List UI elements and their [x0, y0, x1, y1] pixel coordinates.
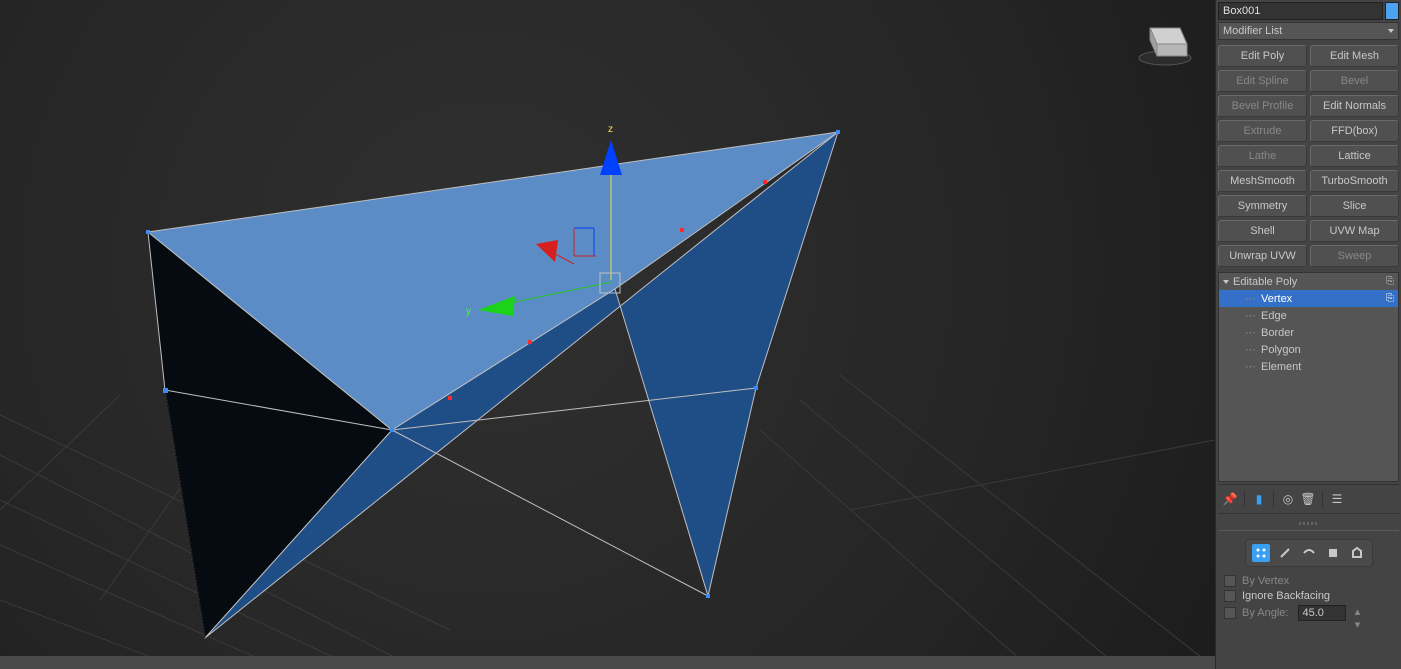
selection-rollout: By Vertex Ignore Backfacing By Angle: 45…	[1218, 530, 1399, 628]
show-end-result-icon[interactable]: ▮	[1251, 491, 1267, 507]
modifier-edit-mesh-button[interactable]: Edit Mesh	[1310, 45, 1399, 67]
stack-root[interactable]: Editable Poly ⎘	[1219, 273, 1398, 290]
modifier-bevel-profile-button[interactable]: Bevel Profile	[1218, 95, 1307, 117]
modifier-edit-normals-button[interactable]: Edit Normals	[1310, 95, 1399, 117]
modifier-shell-button[interactable]: Shell	[1218, 220, 1307, 242]
spinner-up-icon: ▴	[1352, 605, 1362, 618]
border-subobject-button[interactable]	[1300, 544, 1318, 562]
pin-icon[interactable]: ⎘	[1386, 293, 1394, 304]
element-subobject-button[interactable]	[1348, 544, 1366, 562]
modifier-button-grid: Edit PolyEdit MeshEdit SplineBevelBevel …	[1218, 45, 1399, 267]
spinner-arrows: ▴ ▾	[1352, 605, 1362, 621]
by-vertex-checkbox-row: By Vertex	[1224, 575, 1393, 587]
viewport-3d[interactable]: z y	[0, 0, 1215, 669]
modifier-uvw-map-button[interactable]: UVW Map	[1310, 220, 1399, 242]
pin-icon[interactable]: ⎘	[1386, 276, 1394, 287]
modifier-list-label: Modifier List	[1223, 25, 1282, 37]
object-color-swatch[interactable]	[1385, 2, 1399, 20]
ignore-backfacing-checkbox[interactable]	[1224, 590, 1236, 602]
stack-sub-polygon[interactable]: ⋯Polygon	[1219, 341, 1398, 358]
stack-sub-border[interactable]: ⋯Border	[1219, 324, 1398, 341]
subobject-selector	[1245, 539, 1373, 567]
by-angle-row: By Angle: 45.0 ▴ ▾	[1224, 605, 1393, 621]
stack-root-label: Editable Poly	[1233, 276, 1297, 288]
by-vertex-label: By Vertex	[1242, 575, 1289, 587]
vertex-subobject-button[interactable]	[1252, 544, 1270, 562]
angle-spinner: 45.0	[1298, 605, 1346, 621]
modifier-meshsmooth-button[interactable]: MeshSmooth	[1218, 170, 1307, 192]
modifier-unwrap-uvw-button[interactable]: Unwrap UVW	[1218, 245, 1307, 267]
y-axis-label: y	[466, 306, 471, 317]
modifier-extrude-button[interactable]: Extrude	[1218, 120, 1307, 142]
modifier-sweep-button[interactable]: Sweep	[1310, 245, 1399, 267]
status-bar	[0, 656, 1215, 669]
viewcube[interactable]	[1125, 10, 1205, 70]
edge-subobject-button[interactable]	[1276, 544, 1294, 562]
modifier-stack[interactable]: Editable Poly ⎘ ⋯Vertex⎘⋯Edge⋯Border⋯Pol…	[1218, 272, 1399, 482]
by-vertex-checkbox	[1224, 575, 1236, 587]
modifier-ffd-box--button[interactable]: FFD(box)	[1310, 120, 1399, 142]
object-name-input[interactable]	[1218, 2, 1383, 20]
polygon-subobject-button[interactable]	[1324, 544, 1342, 562]
modifier-edit-spline-button[interactable]: Edit Spline	[1218, 70, 1307, 92]
mesh-object[interactable]	[0, 0, 1215, 669]
make-unique-icon[interactable]: ◎	[1280, 491, 1296, 507]
modifier-list-dropdown[interactable]: Modifier List	[1218, 22, 1399, 40]
spinner-down-icon: ▾	[1352, 618, 1362, 631]
modifier-lattice-button[interactable]: Lattice	[1310, 145, 1399, 167]
stack-sub-element[interactable]: ⋯Element	[1219, 358, 1398, 375]
chevron-down-icon	[1388, 29, 1394, 33]
modifier-lathe-button[interactable]: Lathe	[1218, 145, 1307, 167]
pin-stack-icon[interactable]: 📌	[1222, 491, 1238, 507]
modifier-bevel-button[interactable]: Bevel	[1310, 70, 1399, 92]
modifier-turbosmooth-button[interactable]: TurboSmooth	[1310, 170, 1399, 192]
modifier-symmetry-button[interactable]: Symmetry	[1218, 195, 1307, 217]
modifier-slice-button[interactable]: Slice	[1310, 195, 1399, 217]
modifier-edit-poly-button[interactable]: Edit Poly	[1218, 45, 1307, 67]
rollout-drag-grip[interactable]	[1218, 519, 1399, 527]
ignore-backfacing-row[interactable]: Ignore Backfacing	[1224, 590, 1393, 602]
configure-icon[interactable]: ☰	[1329, 491, 1345, 507]
by-angle-label: By Angle:	[1242, 607, 1288, 619]
stack-sub-edge[interactable]: ⋯Edge	[1219, 307, 1398, 324]
command-panel: Modifier List Edit PolyEdit MeshEdit Spl…	[1215, 0, 1401, 669]
by-angle-checkbox	[1224, 607, 1236, 619]
stack-toolbar: 📌 ▮ ◎ 🗑 ☰	[1218, 484, 1399, 514]
ignore-backfacing-label: Ignore Backfacing	[1242, 590, 1330, 602]
z-axis-label: z	[608, 124, 613, 135]
remove-modifier-icon[interactable]: 🗑	[1300, 491, 1316, 507]
collapse-icon[interactable]	[1223, 280, 1229, 284]
stack-sub-vertex[interactable]: ⋯Vertex⎘	[1219, 290, 1398, 307]
